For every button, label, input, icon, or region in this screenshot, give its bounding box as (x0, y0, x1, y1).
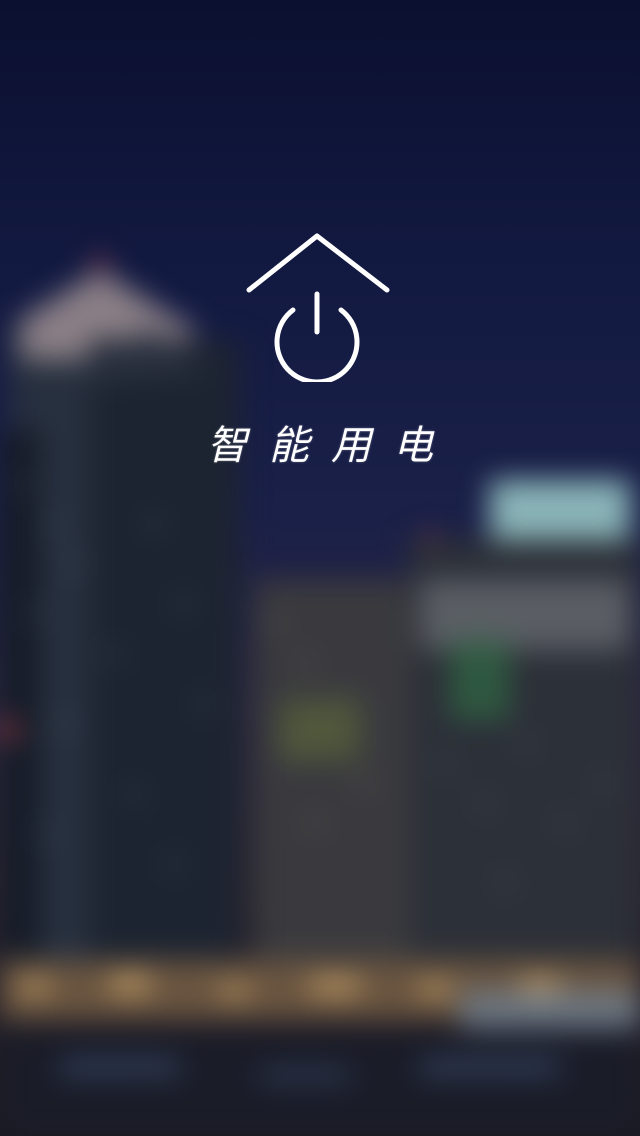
house-power-icon (246, 233, 390, 382)
app-title: 智能用电 (207, 423, 455, 469)
brand-block: 智能用电 (0, 230, 640, 470)
background-cityscape-image (0, 0, 640, 1136)
splash-screen: 智能用电 (0, 0, 640, 1136)
